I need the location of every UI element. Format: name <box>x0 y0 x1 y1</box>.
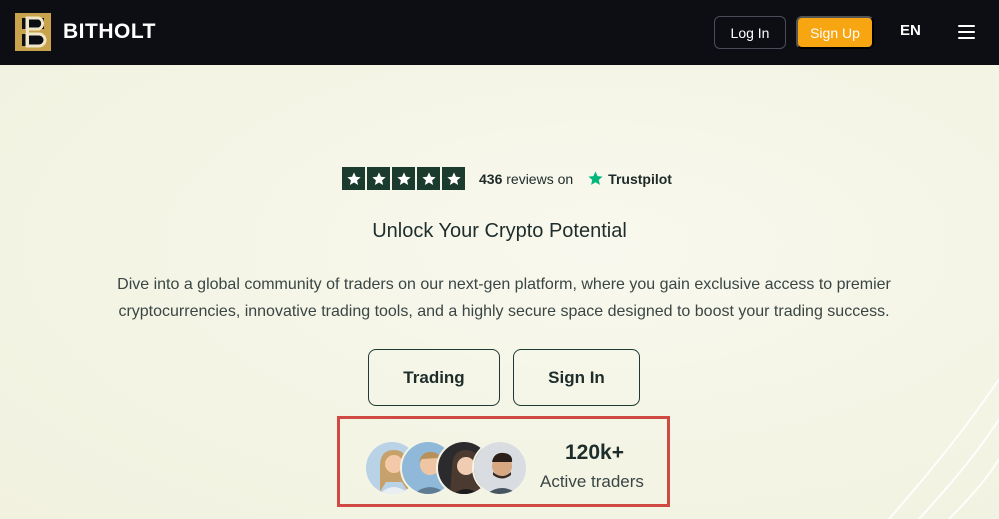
active-traders-count: 120k+ <box>565 441 624 464</box>
bitholt-logo-icon <box>15 13 51 51</box>
signup-button[interactable]: Sign Up <box>796 16 874 49</box>
trustpilot-label: Trustpilot <box>608 170 672 187</box>
review-count: 436 <box>479 170 503 187</box>
language-selector[interactable]: EN <box>900 22 921 39</box>
star-icon <box>417 167 440 190</box>
hero-title: Unlock Your Crypto Potential <box>372 220 627 242</box>
review-count-text: 436 reviews on <box>479 171 573 187</box>
hero-description: Dive into a global community of traders … <box>117 276 891 320</box>
brand-logo[interactable]: BITHOLT <box>13 12 156 52</box>
rating-stars <box>342 167 465 190</box>
top-navbar: BITHOLT Log In Sign Up EN <box>0 0 999 65</box>
reviews-on-label: reviews on <box>506 170 574 187</box>
active-traders-box: 120k+ Active traders <box>337 416 670 507</box>
avatar <box>472 440 528 496</box>
sign-in-button[interactable]: Sign In <box>513 349 640 406</box>
active-traders-label: Active traders <box>540 472 644 491</box>
login-button[interactable]: Log In <box>714 16 786 49</box>
hamburger-menu-icon[interactable] <box>958 25 975 39</box>
trustpilot-brand: Trustpilot <box>587 170 672 187</box>
trustpilot-star-icon <box>588 171 603 185</box>
star-icon <box>342 167 365 190</box>
trading-button[interactable]: Trading <box>368 349 500 406</box>
trustpilot-rating[interactable]: 436 reviews on Trustpilot <box>342 167 672 190</box>
star-icon <box>367 167 390 190</box>
brand-name: BITHOLT <box>63 20 156 43</box>
decorative-lines <box>888 378 999 519</box>
star-icon <box>442 167 465 190</box>
hero-section: 436 reviews on Trustpilot Unlock Your Cr… <box>0 65 999 519</box>
star-icon <box>392 167 415 190</box>
trader-avatars <box>364 440 534 496</box>
